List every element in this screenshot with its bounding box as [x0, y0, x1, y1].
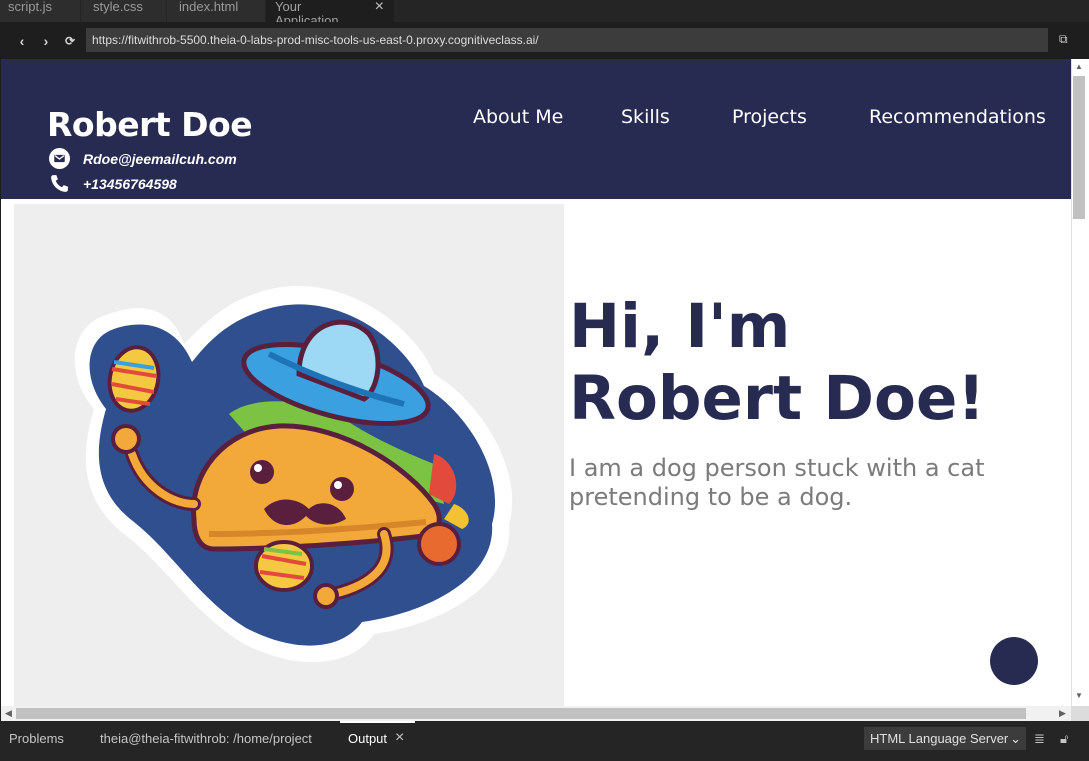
close-icon[interactable]: × — [395, 729, 404, 747]
tab-problems[interactable]: Problems — [9, 731, 64, 746]
scroll-right-icon[interactable]: ▶ — [1059, 708, 1066, 719]
reload-icon[interactable]: ⟳ — [64, 33, 76, 49]
tab-terminal[interactable]: theia@theia-fitwithrob: /home/project — [100, 731, 312, 746]
active-tab-indicator — [340, 721, 415, 723]
tab-label: index.html — [179, 0, 239, 14]
tab-script-js[interactable]: script.js — [0, 0, 80, 22]
nav-about-me[interactable]: About Me — [473, 106, 563, 128]
open-external-icon[interactable]: ⧉ — [1059, 32, 1073, 46]
vertical-scroll-thumb[interactable] — [1073, 76, 1085, 219]
email-text: Rdoe@jeemailcuh.com — [83, 150, 237, 167]
tab-label: style.css — [93, 0, 143, 14]
nav-projects[interactable]: Projects — [732, 106, 807, 128]
url-input[interactable]: https://fitwithrob-5500.theia-0-labs-pro… — [86, 28, 1048, 52]
tab-index-html[interactable]: index.html — [167, 0, 265, 22]
editor-tab-bar: script.js style.css index.html Your Appl… — [0, 0, 1089, 28]
taco-mascot-illustration — [74, 285, 513, 663]
browser-nav-bar: ‹ › ⟳ https://fitwithrob-5500.theia-0-la… — [0, 22, 1089, 59]
app-viewport: Robert Doe Rdoe@jeemailcuh.com +13456764… — [1, 59, 1071, 706]
chevron-down-icon: ⌄ — [1010, 731, 1021, 746]
clear-output-icon[interactable]: ≣ — [1034, 731, 1045, 747]
back-icon[interactable]: ‹ — [16, 33, 28, 49]
contact-email[interactable]: Rdoe@jeemailcuh.com — [49, 148, 237, 169]
nav-recommendations[interactable]: Recommendations — [869, 106, 1046, 128]
scroll-left-icon[interactable]: ◀ — [5, 708, 12, 719]
lock-icon[interactable]: 🔓︎ — [1060, 731, 1068, 747]
hero-subtitle: I am a dog person stuck with a cat prete… — [569, 454, 985, 511]
select-value: HTML Language Server — [870, 731, 1009, 746]
hero-title: Hi, I'm Robert Doe! — [569, 291, 986, 434]
horizontal-scroll-thumb[interactable] — [16, 708, 1026, 719]
tab-output[interactable]: Output — [348, 731, 387, 746]
scroll-up-icon[interactable]: ▲ — [1075, 62, 1083, 71]
vertical-scrollbar[interactable]: ▲ ▼ — [1071, 59, 1089, 706]
site-brand[interactable]: Robert Doe — [47, 105, 253, 144]
horizontal-scrollbar[interactable]: ◀ ▶ — [1, 706, 1071, 721]
floating-action-button[interactable] — [990, 637, 1038, 685]
phone-text: +13456764598 — [83, 175, 177, 192]
site-header: Robert Doe Rdoe@jeemailcuh.com +13456764… — [1, 59, 1071, 199]
phone-icon — [51, 175, 68, 192]
hero-image — [14, 204, 564, 706]
email-icon — [49, 148, 70, 169]
bottom-panel: Problems theia@theia-fitwithrob: /home/p… — [0, 721, 1089, 761]
nav-skills[interactable]: Skills — [621, 106, 670, 128]
output-channel-select[interactable]: HTML Language Server ⌄ — [864, 727, 1026, 750]
scrollbar-corner — [1071, 706, 1089, 721]
forward-icon[interactable]: › — [40, 33, 52, 49]
tab-style-css[interactable]: style.css — [81, 0, 166, 22]
contact-phone[interactable]: +13456764598 — [49, 173, 177, 194]
scroll-down-icon[interactable]: ▼ — [1075, 691, 1083, 700]
tab-your-application[interactable]: Your Application × — [266, 0, 394, 28]
close-icon[interactable]: × — [375, 0, 384, 15]
tab-label: script.js — [8, 0, 53, 14]
